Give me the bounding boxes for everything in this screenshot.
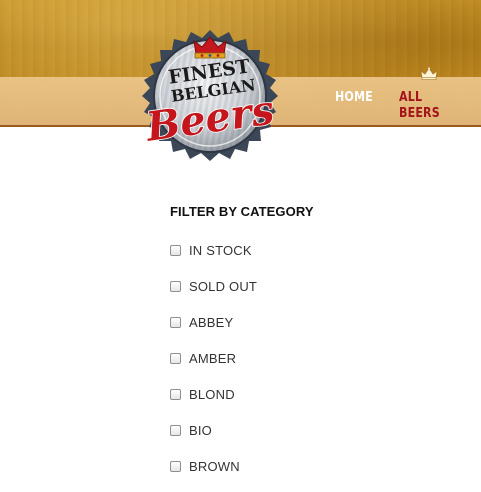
filter-option-bio[interactable]: BIO (170, 420, 212, 440)
filter-option-label: BIO (189, 422, 212, 438)
filter-option-label: IN STOCK (189, 242, 252, 258)
checkbox-icon[interactable] (170, 388, 181, 400)
checkbox-icon[interactable] (170, 316, 181, 328)
filter-option-sold-out[interactable]: SOLD OUT (170, 276, 257, 296)
checkbox-icon[interactable] (170, 244, 181, 256)
filter-option-amber[interactable]: AMBER (170, 348, 236, 368)
filter-option-label: BROWN (189, 458, 240, 474)
checkbox-icon[interactable] (170, 460, 181, 472)
checkbox-icon[interactable] (170, 424, 181, 436)
filter-option-label: ABBEY (189, 314, 234, 330)
filter-title: FILTER BY CATEGORY (170, 204, 314, 219)
filter-option-label: SOLD OUT (189, 278, 258, 294)
filter-option-blond[interactable]: BLOND (170, 384, 235, 404)
nav-all-beers-link[interactable]: ALL BEERS (399, 89, 466, 121)
filter-option-brown[interactable]: BROWN (170, 456, 240, 476)
checkbox-icon[interactable] (170, 352, 181, 364)
filter-option-in-stock[interactable]: IN STOCK (170, 240, 252, 260)
nav-home-link[interactable]: HOME (335, 89, 373, 105)
filter-option-label: BLOND (189, 386, 235, 402)
crown-icon (420, 67, 438, 80)
checkbox-icon[interactable] (170, 280, 181, 292)
filter-option-label: AMBER (189, 350, 237, 366)
filter-option-abbey[interactable]: ABBEY (170, 312, 233, 332)
finest-belgian-beers-logo[interactable]: FINEST BELGIAN Beers (122, 26, 298, 178)
